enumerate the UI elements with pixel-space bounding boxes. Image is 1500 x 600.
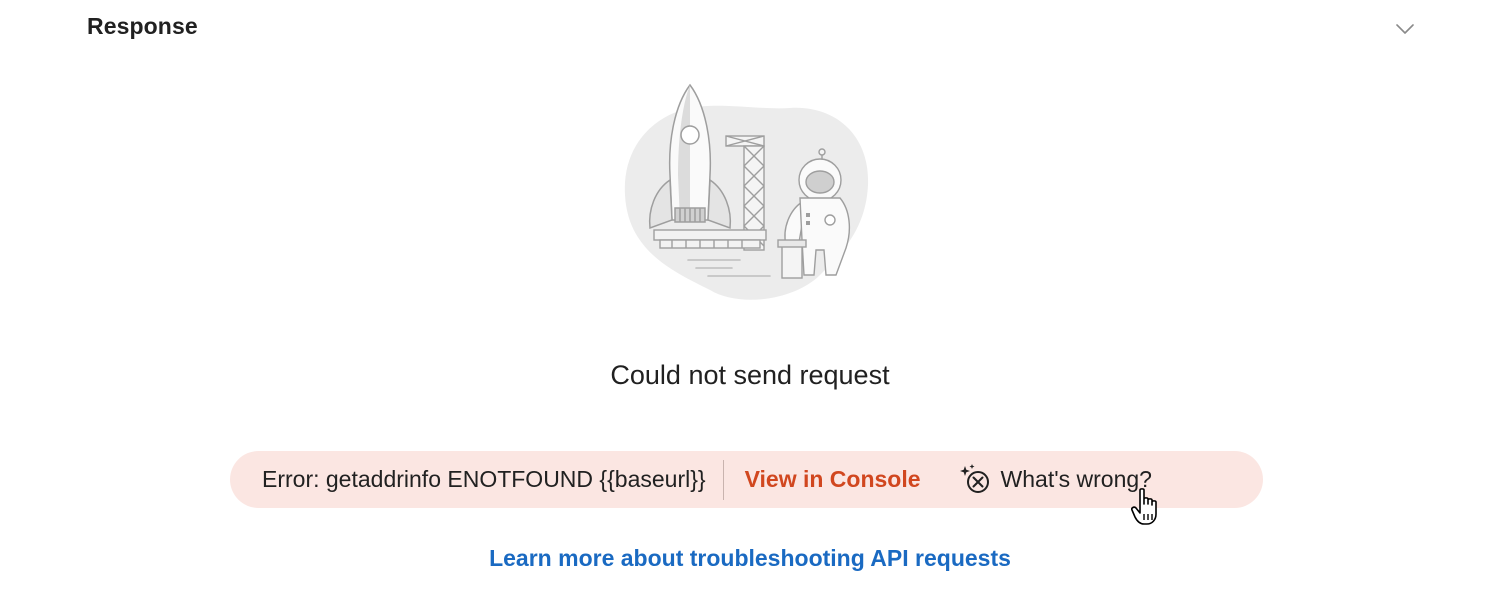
collapse-button[interactable] [1390,14,1420,44]
panel-title: Response [87,13,198,39]
whats-wrong-label: What's wrong? [1000,466,1152,492]
learn-more-link[interactable]: Learn more about troubleshooting API req… [0,545,1500,572]
divider [722,459,724,500]
rocket-astronaut-illustration [624,83,869,300]
empty-state-message: Could not send request [610,360,890,390]
whats-wrong-button[interactable]: What's wrong? [959,463,1152,497]
error-banner: Error: getaddrinfo ENOTFOUND {{baseurl}}… [230,451,1263,508]
view-in-console-link[interactable]: View in Console [745,466,921,493]
chevron-down-icon [1396,24,1414,34]
ai-sparkle-icon [959,463,993,497]
response-header: Response [0,0,1500,56]
error-message: Error: getaddrinfo ENOTFOUND {{baseurl}} [262,466,706,492]
response-panel: Response Could not send request Error: g… [0,0,1500,600]
